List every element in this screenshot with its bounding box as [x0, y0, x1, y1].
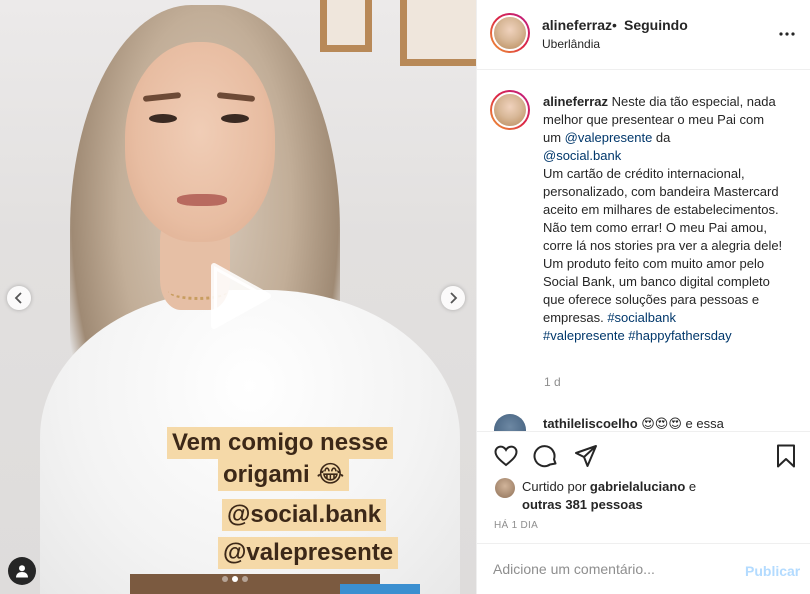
likes-summary: Curtido por gabrielaluciano e outras 381 …	[522, 478, 762, 514]
avatar[interactable]	[495, 478, 515, 498]
carousel-indicator	[222, 576, 248, 582]
post-actions: Curtido por gabrielaluciano e outras 381 …	[477, 431, 810, 543]
following-button[interactable]: Seguindo	[624, 17, 688, 33]
carousel-dot-active	[232, 576, 238, 582]
location-link[interactable]: Uberlândia	[542, 37, 600, 51]
carousel-dot	[222, 576, 228, 582]
liker-username[interactable]: gabrielaluciano	[590, 479, 685, 494]
eye	[221, 114, 249, 123]
mention-link[interactable]: @valepresente	[565, 130, 653, 145]
avatar[interactable]	[490, 90, 530, 130]
wall-picture-frame	[320, 0, 372, 52]
header-username[interactable]: alineferraz	[542, 17, 612, 33]
comment-input[interactable]	[493, 558, 723, 580]
hashtag-link[interactable]: #happyfathersday	[628, 328, 731, 343]
table-object	[340, 584, 420, 594]
header-separator: •	[612, 17, 617, 33]
comment-icon[interactable]	[533, 443, 559, 469]
caption-timestamp[interactable]: 1 d	[544, 375, 561, 389]
video-caption-line: origami 😂	[218, 459, 350, 491]
post-date[interactable]: HÁ 1 DIA	[494, 520, 538, 531]
avatar[interactable]	[490, 13, 530, 53]
post-header: alineferraz • Seguindo Uberlândia	[477, 0, 810, 70]
user-tag-icon[interactable]	[8, 557, 36, 585]
share-icon[interactable]	[573, 443, 599, 469]
caption-text: da	[652, 130, 671, 145]
eye	[149, 114, 177, 123]
caption-text: Um cartão de crédito internacional, pers…	[543, 166, 783, 253]
wall-picture-frame	[400, 0, 476, 66]
hashtag-link[interactable]: #socialbank	[607, 310, 676, 325]
post-side-panel: alineferraz • Seguindo Uberlândia alinef…	[476, 0, 810, 594]
publish-button[interactable]: Publicar	[745, 563, 800, 579]
likes-prefix: Curtido por	[522, 479, 590, 494]
lips	[177, 194, 227, 206]
video-caption-mention: @valepresente	[218, 537, 399, 569]
person-face	[125, 42, 275, 242]
add-comment-bar: Publicar	[477, 543, 810, 594]
likes-count[interactable]: outras 381 pessoas	[522, 497, 643, 512]
eyebrow	[142, 92, 182, 102]
hashtag-link[interactable]: #valepresente	[543, 328, 625, 343]
carousel-dot	[242, 576, 248, 582]
likes-connector: e	[685, 479, 697, 494]
avatar[interactable]	[494, 414, 526, 431]
play-icon[interactable]	[208, 262, 272, 330]
previous-arrow-icon[interactable]	[7, 286, 31, 310]
mention-link[interactable]: @social.bank	[543, 148, 621, 163]
comment-more-ellipsis[interactable]: ...	[773, 423, 783, 431]
comment-body: 😍😍😍 e essa	[637, 416, 724, 431]
video-caption-mention: @social.bank	[222, 499, 387, 531]
more-options-icon[interactable]	[777, 24, 797, 44]
bookmark-icon[interactable]	[773, 443, 799, 469]
heart-icon[interactable]	[493, 443, 519, 469]
comment-text: tathileliscoelho 😍😍😍 e essa	[543, 416, 724, 431]
comment-username[interactable]: tathileliscoelho	[543, 416, 638, 431]
post-media[interactable]: Vem comigo nesse origami 😂 @social.bank …	[0, 0, 476, 594]
caption-username[interactable]: alineferraz	[543, 94, 608, 109]
eyebrow	[216, 92, 256, 102]
comments-section: alineferraz Neste dia tão especial, nada…	[477, 71, 810, 431]
post-caption: alineferraz Neste dia tão especial, nada…	[543, 93, 783, 345]
video-caption-line: Vem comigo nesse	[167, 427, 394, 459]
next-arrow-icon[interactable]	[441, 286, 465, 310]
